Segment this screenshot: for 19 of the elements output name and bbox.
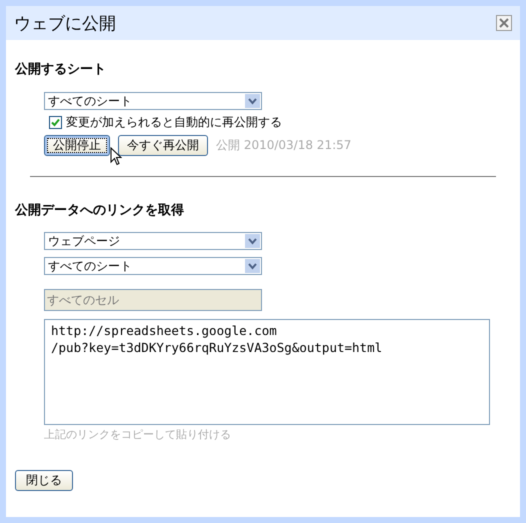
chevron-down-icon [245,234,260,248]
window-title: ウェブに公開 [14,12,116,34]
action-button[interactable]: 今すぐ再公開 [118,135,208,156]
close-button[interactable]: 閉じる [15,470,73,491]
hint-text: 上記のリンクをコピーして貼り付ける [44,427,232,442]
close-icon[interactable] [496,15,512,31]
section-title: 公開するシート [15,61,107,78]
chevron-down-icon [245,259,260,273]
checkbox-label: 変更が加えられると自動的に再公開する [66,114,282,131]
action-button[interactable]: 公開停止 [44,135,110,156]
mouse-pointer-icon [110,147,122,166]
checkbox[interactable] [49,116,62,129]
section-title: 公開データへのリンクを取得 [15,202,185,219]
dropdown[interactable]: すべてのシート [44,92,262,110]
dropdown[interactable]: ウェブページ [44,232,262,250]
publish-status: 公開 2010/03/18 21:57 [216,137,352,154]
dropdown[interactable]: すべてのシート [44,257,262,275]
link-text-area[interactable]: http://spreadsheets.google.com /pub?key=t3dDKYry66rqRuYzsVA3oSg&output=html [44,319,490,425]
chevron-down-icon [245,94,260,108]
